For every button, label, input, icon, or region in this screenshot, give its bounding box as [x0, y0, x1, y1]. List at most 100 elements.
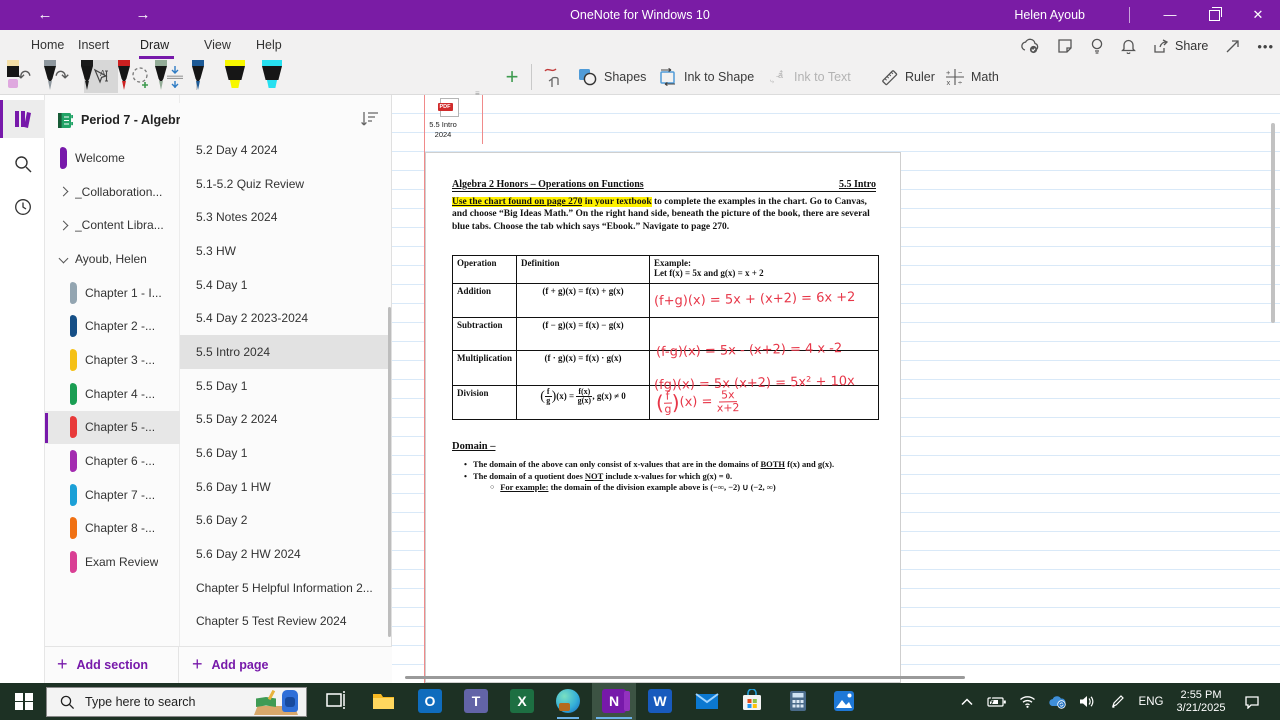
pen-tool[interactable]	[148, 60, 174, 92]
math-button[interactable]: + − x ÷ Math	[945, 62, 999, 92]
language-indicator[interactable]: ENG	[1132, 696, 1170, 708]
outlook-button[interactable]: O	[418, 689, 444, 715]
page-item[interactable]: 5.6 Day 2	[180, 504, 391, 538]
pen-tool[interactable]	[0, 60, 26, 92]
taskbar-search[interactable]: Type here to search	[46, 687, 307, 717]
horizontal-scrollbar[interactable]	[405, 676, 965, 679]
page-item[interactable]: 5.2 Day 4 2024	[180, 133, 391, 167]
task-view-button[interactable]	[324, 689, 350, 715]
clock[interactable]: 2:55 PM 3/21/2025	[1170, 689, 1232, 715]
pen-tool[interactable]	[74, 60, 100, 92]
pen-tool[interactable]	[259, 60, 285, 92]
tab-insert[interactable]: Insert	[74, 30, 113, 60]
recent-notes-button[interactable]	[0, 188, 45, 226]
page-item[interactable]: 5.1-5.2 Quiz Review	[180, 167, 391, 201]
chevron-right-icon[interactable]	[58, 186, 69, 197]
page-item[interactable]: 5.3 HW	[180, 234, 391, 268]
section-item[interactable]: Ayoub, Helen	[45, 242, 180, 276]
page-item[interactable]: 5.6 Day 1 HW	[180, 470, 391, 504]
store-button[interactable]	[740, 688, 766, 715]
section-item[interactable]: Chapter 7 -...	[45, 478, 180, 512]
page-item[interactable]: 5.5 Intro 2024	[180, 335, 391, 369]
signed-in-user[interactable]: Helen Ayoub	[1014, 0, 1085, 30]
shapes-button[interactable]: Shapes	[578, 62, 646, 92]
section-item[interactable]: Welcome	[45, 141, 180, 175]
start-button[interactable]	[10, 683, 38, 720]
page-item[interactable]: 5.5 Day 1	[180, 369, 391, 403]
fullscreen-icon[interactable]	[1225, 39, 1240, 54]
page-item[interactable]: Chapter 5 Helpful Information 2...	[180, 571, 391, 605]
section-item[interactable]: _Collaboration...	[45, 175, 180, 209]
file-explorer-button[interactable]	[371, 689, 397, 715]
ink-replay-icon[interactable]	[538, 62, 568, 92]
share-button[interactable]: Share	[1153, 38, 1208, 54]
calculator-button[interactable]	[786, 689, 812, 715]
close-button[interactable]: ✕	[1236, 0, 1280, 30]
page-item[interactable]: 5.4 Day 2 2023-2024	[180, 301, 391, 335]
tab-home[interactable]: Home	[27, 30, 68, 60]
minimize-button[interactable]: —	[1148, 0, 1192, 30]
section-item[interactable]: _Content Libra...	[45, 208, 180, 242]
teams-button[interactable]: T	[464, 689, 490, 715]
wifi-icon[interactable]	[1012, 695, 1042, 708]
onenote-button[interactable]: N	[602, 689, 630, 715]
section-item[interactable]: Exam Review	[45, 545, 180, 579]
tab-view[interactable]: View	[200, 30, 235, 60]
page-item[interactable]: 5.4 Day 1	[180, 268, 391, 302]
task-view-icon	[326, 691, 345, 709]
section-item[interactable]: Chapter 5 -...	[45, 410, 180, 445]
notebooks-nav-button[interactable]	[0, 100, 45, 138]
edge-button[interactable]	[556, 689, 582, 715]
section-item[interactable]: Chapter 8 -...	[45, 512, 180, 546]
pen-tool[interactable]	[37, 60, 63, 92]
add-section-button[interactable]: + Add section	[57, 654, 148, 675]
ink-to-shape-button[interactable]: Ink to Shape	[658, 62, 754, 92]
sort-pages-icon[interactable]	[360, 108, 382, 135]
page-item[interactable]: Chapter 5 Test Review 2024	[180, 605, 391, 639]
tray-chevron-icon[interactable]	[952, 697, 982, 706]
onedrive-icon[interactable]	[1042, 695, 1072, 709]
page-title: 5.3 Notes 2024	[196, 210, 278, 225]
pen-tool[interactable]	[111, 60, 137, 92]
ruler-button[interactable]: Ruler	[880, 62, 935, 92]
section-item[interactable]: Chapter 4 -...	[45, 377, 180, 411]
tab-help[interactable]: Help	[252, 30, 286, 60]
sticky-note-icon[interactable]	[1057, 38, 1073, 54]
vertical-scrollbar[interactable]	[1271, 123, 1275, 323]
pages-scrollbar[interactable]	[388, 307, 391, 637]
battery-icon[interactable]	[982, 696, 1012, 708]
pen-tray-icon[interactable]	[1102, 694, 1132, 709]
page-item[interactable]: 5.3 Notes 2024	[180, 200, 391, 234]
search-nav-button[interactable]	[0, 145, 45, 183]
page-item[interactable]: 5.5 Day 2 2024	[180, 403, 391, 437]
restore-button[interactable]	[1192, 0, 1236, 30]
calculator-icon	[790, 691, 806, 711]
add-pen-icon[interactable]: +	[498, 62, 526, 92]
section-item[interactable]: Chapter 6 -...	[45, 444, 180, 478]
pen-tool[interactable]	[222, 60, 248, 92]
svg-text:⤷: ⤷	[770, 78, 774, 85]
notifications-bell-icon[interactable]	[1121, 38, 1136, 54]
chevron-right-icon[interactable]	[58, 220, 69, 231]
more-options-icon[interactable]: •••	[1257, 39, 1274, 54]
word-button[interactable]: W	[648, 689, 674, 715]
sync-status-icon[interactable]	[1020, 38, 1040, 54]
photos-button[interactable]	[832, 689, 858, 715]
section-item[interactable]: Chapter 2 -...	[45, 309, 180, 343]
lightbulb-icon[interactable]	[1090, 38, 1104, 55]
add-page-button[interactable]: + Add page	[192, 654, 268, 675]
pdf-printout[interactable]: Algebra 2 Honors – Operations on Functio…	[425, 152, 901, 683]
page-item[interactable]: 5.6 Day 1	[180, 436, 391, 470]
page-item[interactable]: 5.6 Day 2 HW 2024	[180, 537, 391, 571]
printout-handle-icon[interactable]: ≡	[475, 89, 480, 98]
teams-icon: T	[464, 689, 488, 713]
excel-button[interactable]: X	[510, 689, 536, 715]
mail-button[interactable]	[694, 689, 720, 715]
section-item[interactable]: Chapter 3 -...	[45, 343, 180, 377]
chevron-down-icon[interactable]	[58, 253, 69, 264]
action-center-icon[interactable]	[1232, 695, 1272, 709]
pen-tool[interactable]	[185, 60, 211, 92]
section-item[interactable]: Chapter 1 - I...	[45, 276, 180, 310]
pdf-file-card[interactable]: PDF 5.5 Intro 2024	[428, 98, 459, 140]
volume-icon[interactable]	[1072, 695, 1102, 708]
